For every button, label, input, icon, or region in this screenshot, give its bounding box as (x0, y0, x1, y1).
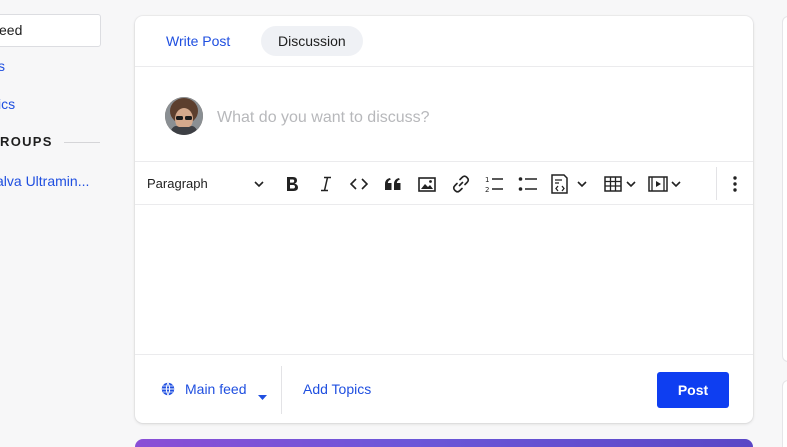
post-body-editor[interactable] (135, 205, 753, 355)
italic-icon[interactable] (317, 173, 335, 195)
more-vertical-icon[interactable] (729, 173, 741, 195)
feed-select[interactable]: Main feed (185, 379, 246, 399)
svg-text:2: 2 (485, 186, 489, 193)
toolbar-divider (716, 167, 717, 200)
bullet-list-icon[interactable] (517, 173, 539, 195)
avatar (165, 97, 203, 135)
sidebar-heading-divider (64, 142, 100, 143)
tab-discussion[interactable]: Discussion (261, 26, 363, 56)
code-block-icon[interactable] (549, 173, 589, 195)
footer-divider (281, 366, 282, 414)
paragraph-style-select[interactable]: Paragraph (147, 162, 208, 205)
caret-down-icon[interactable] (258, 387, 267, 405)
sidebar-item-label: eed (0, 22, 23, 38)
svg-text:1: 1 (485, 176, 489, 184)
video-icon[interactable] (647, 173, 683, 195)
ordered-list-icon[interactable]: 12 (483, 173, 505, 195)
discussion-title-row (135, 67, 753, 162)
composer-tabs: Write Post Discussion (135, 16, 753, 67)
quote-icon[interactable] (383, 173, 403, 195)
sidebar-link-1[interactable]: s (0, 58, 5, 74)
link-icon[interactable] (451, 173, 471, 195)
next-card-banner (135, 439, 753, 447)
bold-icon[interactable] (283, 173, 301, 195)
discussion-title-input[interactable] (217, 107, 717, 129)
add-topics-button[interactable]: Add Topics (303, 379, 371, 399)
editor-toolbar: Paragraph 12 (135, 162, 753, 205)
composer-footer: Main feed Add Topics Post (135, 355, 753, 423)
globe-icon (161, 382, 175, 401)
tab-write-post[interactable]: Write Post (149, 26, 247, 56)
sidebar-item-feed[interactable]: eed (0, 14, 101, 47)
post-composer-card: Write Post Discussion Paragraph (135, 16, 753, 423)
table-icon[interactable] (603, 173, 639, 195)
sidebar-link-topics[interactable]: ics (0, 96, 15, 112)
code-icon[interactable] (349, 173, 369, 195)
post-button[interactable]: Post (657, 372, 729, 408)
right-sidebar-card (782, 16, 787, 362)
sidebar-groups-heading: ROUPS (0, 134, 53, 149)
right-sidebar-card-2 (782, 380, 787, 447)
chevron-down-icon[interactable] (253, 177, 265, 195)
image-icon[interactable] (417, 173, 437, 195)
sidebar-group-item[interactable]: alva Ultramin... (0, 173, 89, 189)
